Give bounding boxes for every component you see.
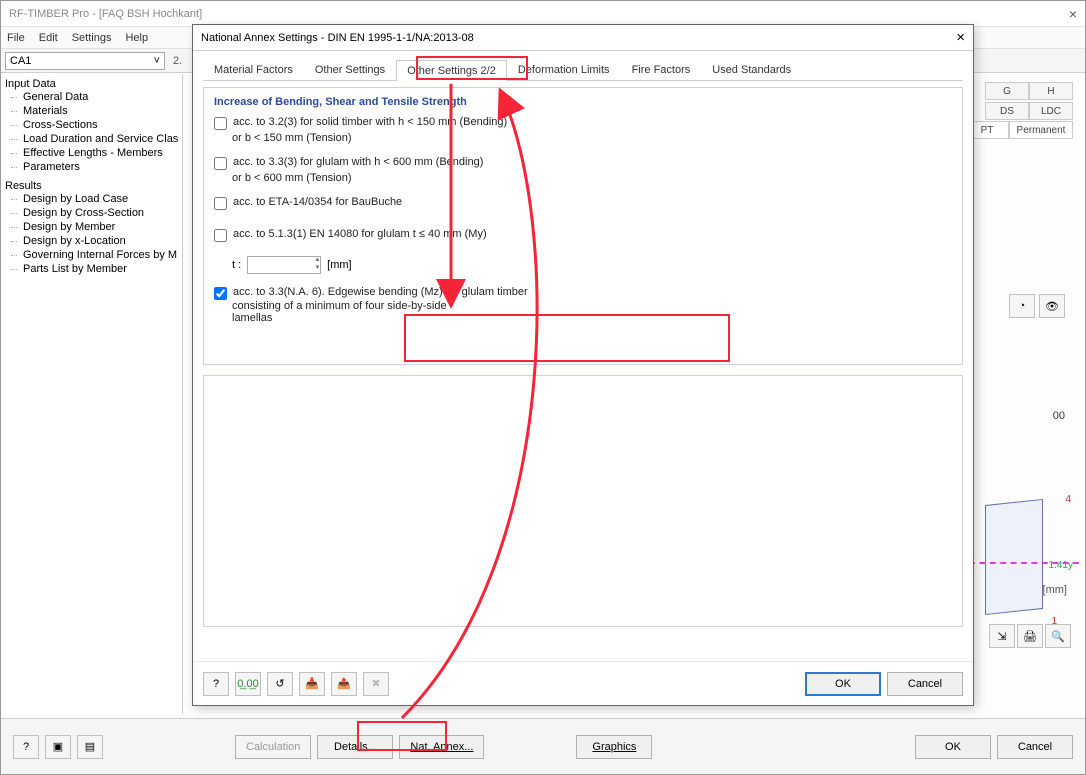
tree-parts-list[interactable]: Parts List by Member [5,262,178,276]
tree-input-data[interactable]: Input Data [5,78,178,90]
view-toolbar: ⇲ 🖨 🔍 [989,624,1071,648]
check-edgewise-bending[interactable] [214,287,227,300]
graphics-button[interactable]: Graphics [576,735,652,759]
dialog-titlebar: National Annex Settings - DIN EN 1995-1-… [193,25,973,51]
cell-ldc: LDC [1029,102,1073,120]
tab-deformation-limits[interactable]: Deformation Limits [507,59,621,80]
tab-used-standards[interactable]: Used Standards [701,59,802,80]
label-en14080: acc. to 5.1.3(1) EN 14080 for glulam t ≤… [233,228,487,240]
label-edgewise-a: acc. to 3.3(N.A. 6). Edgewise bending (M… [233,286,528,298]
dlg-precision-icon[interactable]: 0̲.0̲0 [235,672,261,696]
case-combo[interactable]: CA1 ˅ [5,52,165,70]
diagram-top-label: 00 [1053,410,1065,422]
tree-results[interactable]: Results [5,180,178,192]
eye-icon[interactable]: 👁 [1039,294,1065,318]
check-baubuche[interactable] [214,197,227,210]
filter-icon[interactable]: ◔ [1009,294,1035,318]
menu-help[interactable]: Help [125,32,148,44]
zoom-icon[interactable]: 🔍 [1045,624,1071,648]
menu-settings[interactable]: Settings [72,32,112,44]
label-edgewise-c: lamellas [232,312,952,324]
tree-cross-sections[interactable]: Cross-Sections [5,118,178,132]
close-icon[interactable]: × [1069,6,1077,22]
check-solid-timber[interactable] [214,117,227,130]
t-label: t : [232,259,241,271]
label-baubuche: acc. to ETA-14/0354 for BauBuche [233,196,402,208]
nat-annex-button[interactable]: Nat. Annex... [399,735,484,759]
window-title: RF-TIMBER Pro - [FAQ BSH Hochkant] [9,8,1069,20]
export2-icon[interactable]: ▤ [77,735,103,759]
tab-other-settings[interactable]: Other Settings [304,59,396,80]
dlg-delete-icon: ✖ [363,672,389,696]
dialog-close-icon[interactable]: × [956,29,965,46]
grid-cols: G H [985,82,1073,100]
tree-materials[interactable]: Materials [5,104,178,118]
menu-file[interactable]: File [7,32,25,44]
col-h: H [1029,82,1073,100]
tab-other-settings-2[interactable]: Other Settings 2/2 [396,60,507,81]
grid-row-headers: DS LDC [985,102,1073,120]
main-footer: ? ▣ ▤ Calculation Details... Nat. Annex.… [1,718,1085,774]
tree-general-data[interactable]: General Data [5,90,178,104]
details-button[interactable]: Details... [317,735,393,759]
tree-design-loadcase[interactable]: Design by Load Case [5,192,178,206]
tree-design-xlocation[interactable]: Design by x-Location [5,234,178,248]
ok-button[interactable]: OK [915,735,991,759]
print-icon[interactable]: 🖨 [1017,624,1043,648]
strength-increase-group: Increase of Bending, Shear and Tensile S… [203,87,963,365]
cell-ds: DS [985,102,1029,120]
dialog-tabs: Material Factors Other Settings Other Se… [203,59,963,81]
y-label: 1.41y [1049,560,1073,571]
navigation-tree: Input Data General Data Materials Cross-… [1,74,183,714]
node-4: 4 [1065,494,1071,505]
empty-group [203,375,963,627]
section-shape [985,499,1043,615]
tree-governing-forces[interactable]: Governing Internal Forces by M [5,248,178,262]
dlg-import-icon[interactable]: 📥 [299,672,325,696]
cell-permanent: Permanent [1009,121,1073,139]
tab-fire-factors[interactable]: Fire Factors [621,59,702,80]
label-solid-timber-sub: or b < 150 mm (Tension) [232,132,952,144]
t-unit: [mm] [327,259,351,271]
dlg-reset-icon[interactable]: ↺ [267,672,293,696]
group-title: Increase of Bending, Shear and Tensile S… [214,96,952,108]
help-icon[interactable]: ? [13,735,39,759]
combo-value: CA1 [10,55,31,67]
t-input[interactable] [247,256,321,274]
label-glulam-600-sub: or b < 600 mm (Tension) [232,172,952,184]
label-glulam-600: acc. to 3.3(3) for glulam with h < 600 m… [233,156,483,168]
dlg-export-icon[interactable]: 📤 [331,672,357,696]
dlg-cancel-button[interactable]: Cancel [887,672,963,696]
tree-load-duration[interactable]: Load Duration and Service Class [5,132,178,146]
check-glulam-600[interactable] [214,157,227,170]
label-edgewise-b: consisting of a minimum of four side-by-… [232,300,952,312]
menu-edit[interactable]: Edit [39,32,58,44]
cancel-button[interactable]: Cancel [997,735,1073,759]
tree-effective-lengths[interactable]: Effective Lengths - Members [5,146,178,160]
axis-icon[interactable]: ⇲ [989,624,1015,648]
section-number: 2. [173,55,182,67]
tab-material-factors[interactable]: Material Factors [203,59,304,80]
check-en14080[interactable] [214,229,227,242]
diagram-preview: 00 4 1 1.41y [979,406,1071,726]
col-g: G [985,82,1029,100]
label-solid-timber: acc. to 3.2(3) for solid timber with h <… [233,116,507,128]
dlg-help-icon[interactable]: ? [203,672,229,696]
tree-design-crosssection[interactable]: Design by Cross-Section [5,206,178,220]
grid-row-data: PT Permanent [965,121,1073,139]
export-icon[interactable]: ▣ [45,735,71,759]
dialog-title: National Annex Settings - DIN EN 1995-1-… [201,32,956,44]
tree-parameters[interactable]: Parameters [5,160,178,174]
view-icons: ◔ 👁 [1009,294,1065,318]
dlg-ok-button[interactable]: OK [805,672,881,696]
chevron-down-icon: ˅ [154,55,160,67]
dialog-footer: ? 0̲.0̲0 ↺ 📥 📤 ✖ OK Cancel [193,661,973,705]
tree-design-member[interactable]: Design by Member [5,220,178,234]
calculation-button[interactable]: Calculation [235,735,311,759]
national-annex-dialog: National Annex Settings - DIN EN 1995-1-… [192,24,974,706]
unit-mm: [mm] [1043,584,1067,596]
